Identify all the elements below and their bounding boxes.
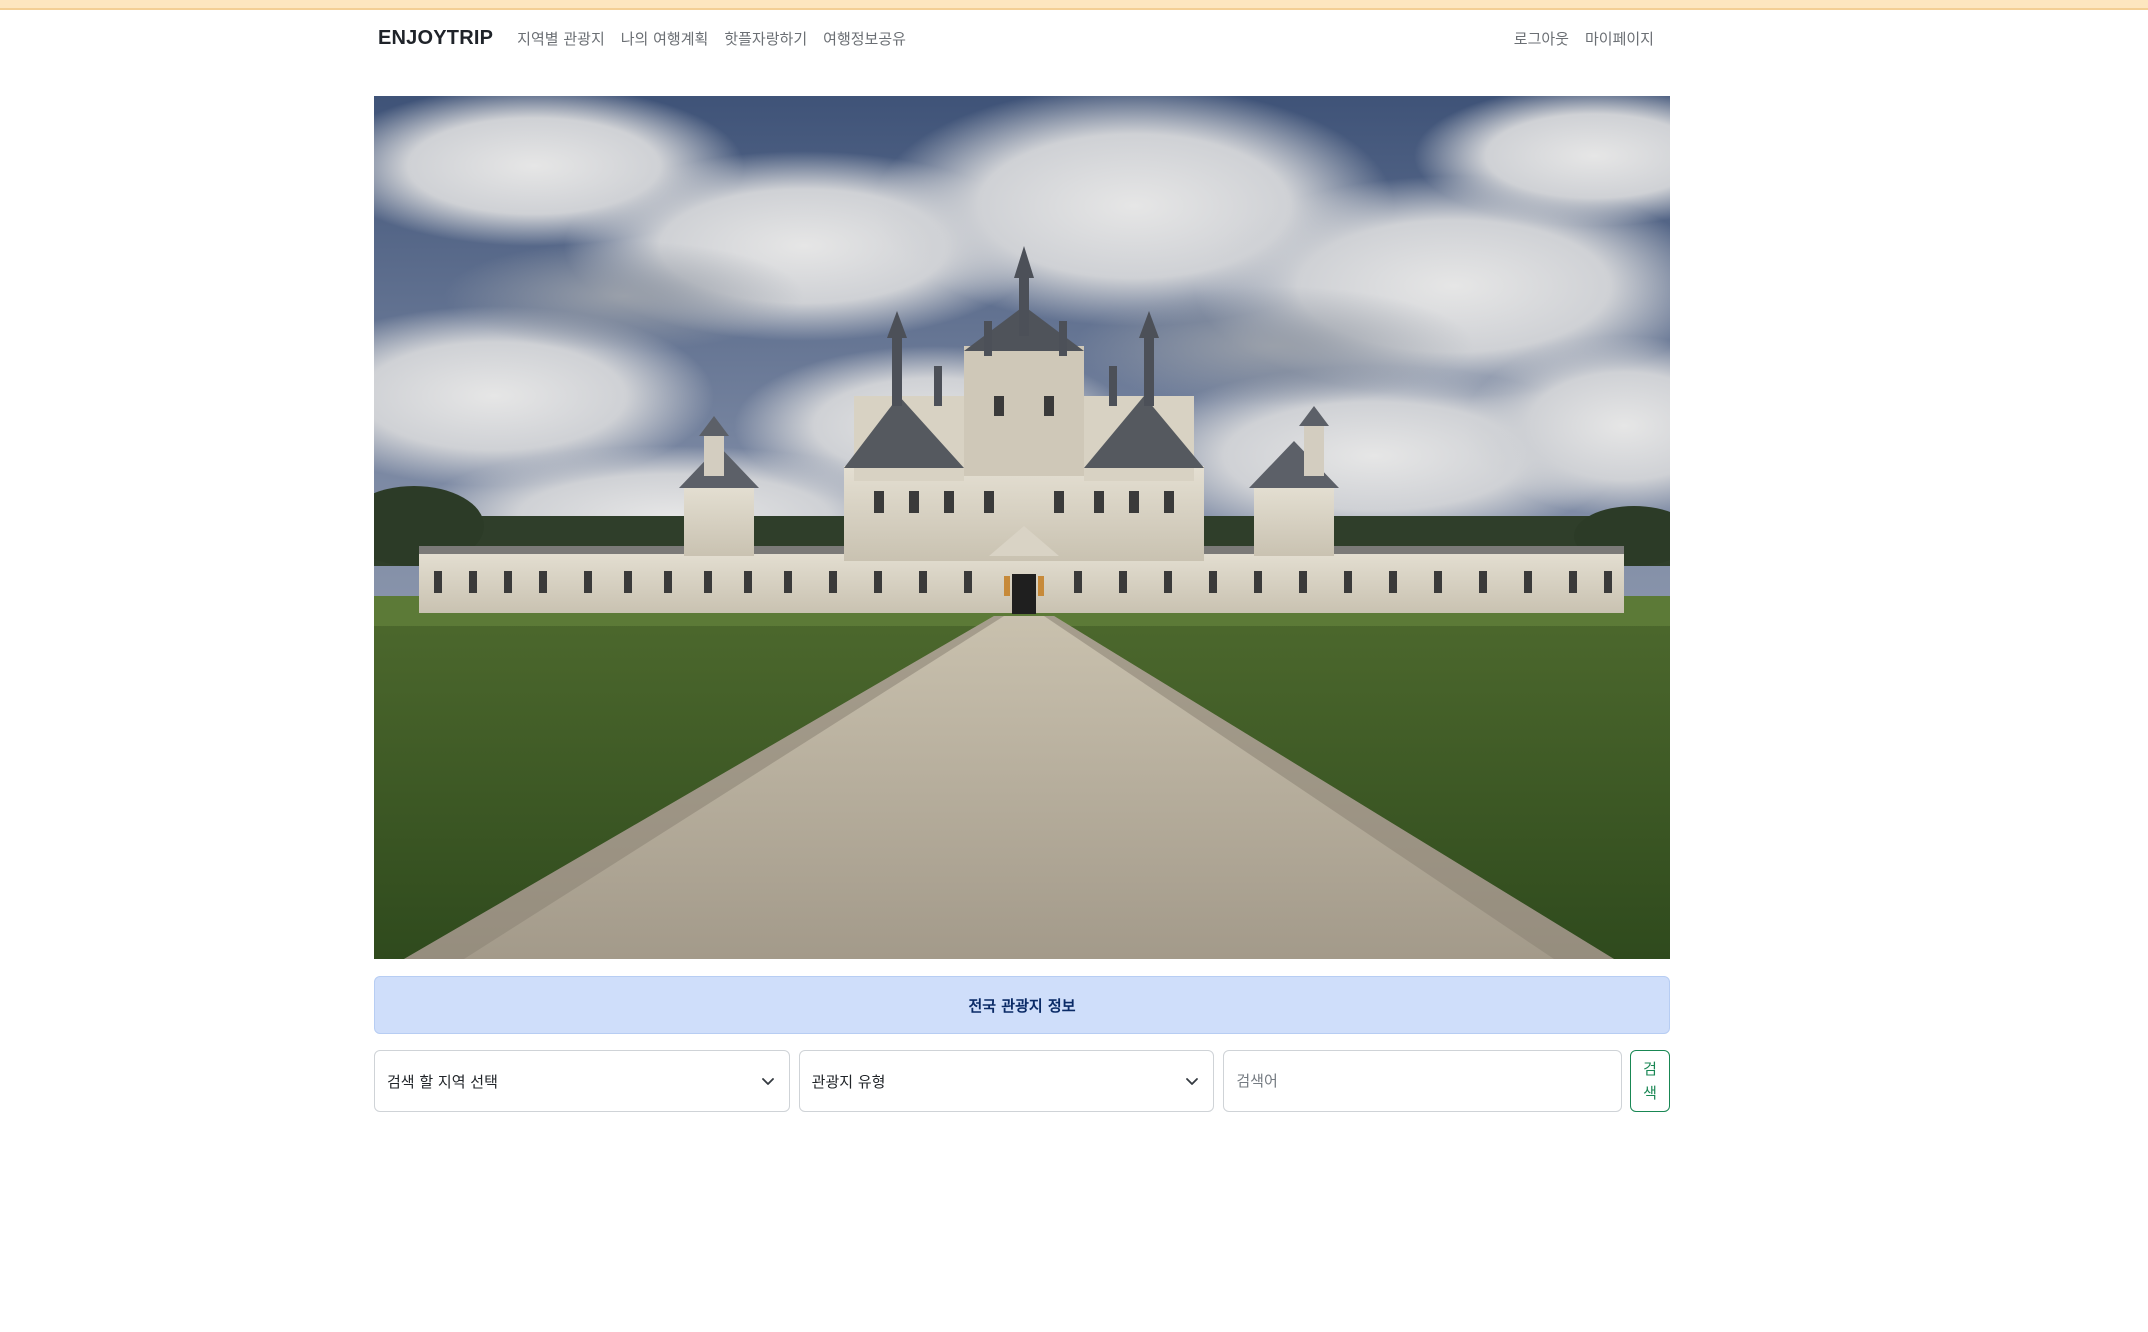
chevron-down-icon <box>1185 1074 1199 1088</box>
top-navbar: ENJOYTRIP 지역별 관광지 나의 여행계획 핫플자랑하기 여행정보공유 … <box>374 20 1670 56</box>
region-select-value: 검색 할 지역 선택 <box>387 1072 498 1091</box>
navbar-left: ENJOYTRIP 지역별 관광지 나의 여행계획 핫플자랑하기 여행정보공유 <box>374 27 922 50</box>
attraction-type-select-value: 관광지 유형 <box>811 1072 886 1091</box>
keyword-search-input[interactable] <box>1223 1050 1623 1112</box>
castle-photo <box>374 96 1670 959</box>
nav-regional-attractions[interactable]: 지역별 관광지 <box>517 28 605 49</box>
search-button[interactable]: 검색 <box>1630 1050 1671 1112</box>
navbar-right: 로그아웃 마이페이지 <box>1498 28 1654 49</box>
chevron-down-icon <box>761 1074 775 1088</box>
attraction-type-select[interactable]: 관광지 유형 <box>798 1050 1215 1112</box>
region-select[interactable]: 검색 할 지역 선택 <box>374 1050 790 1112</box>
nav-logout[interactable]: 로그아웃 <box>1514 28 1569 49</box>
nav-hotplace-share[interactable]: 핫플자랑하기 <box>724 28 807 49</box>
search-form: 검색 할 지역 선택 관광지 유형 검색 <box>374 1050 1671 1112</box>
nav-my-travel-plan[interactable]: 나의 여행계획 <box>621 28 709 49</box>
attractions-info-banner: 전국 관광지 정보 <box>374 976 1670 1034</box>
nav-mypage[interactable]: 마이페이지 <box>1585 28 1654 49</box>
brand-logo[interactable]: ENJOYTRIP <box>378 27 493 50</box>
top-accent-stripe <box>0 0 2148 10</box>
hero-image <box>374 96 1670 959</box>
nav-travel-info-share[interactable]: 여행정보공유 <box>823 28 906 49</box>
banner-title: 전국 관광지 정보 <box>968 996 1076 1015</box>
